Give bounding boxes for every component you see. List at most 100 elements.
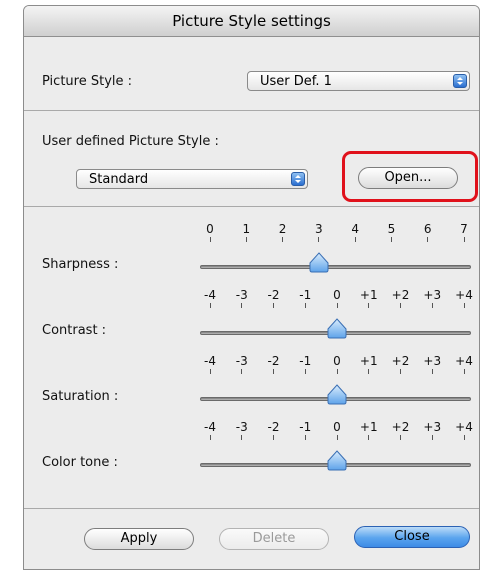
slider-tick-label: +3	[423, 354, 442, 368]
separator	[24, 508, 479, 509]
slider-tick-label: -1	[299, 354, 312, 368]
slider-tick-label: +4	[455, 288, 473, 302]
tick-mark	[463, 237, 465, 242]
slider-tick: 0	[194, 222, 226, 242]
slider-tick-label: +3	[423, 288, 442, 302]
slider-tick: -3	[226, 420, 258, 440]
tick-mark	[431, 369, 433, 374]
slider-tick: -3	[226, 288, 258, 308]
tick-mark	[390, 237, 392, 242]
tick-mark	[368, 303, 370, 308]
tick-mark	[245, 237, 247, 242]
slider-tick: -4	[194, 354, 226, 374]
slider-tick: +4	[448, 288, 479, 308]
picture-style-settings-window: Picture Style settings Picture Style : U…	[23, 5, 480, 570]
slider-tick: -1	[289, 354, 321, 374]
slider-tick: +4	[448, 354, 479, 374]
slider-tick: +1	[353, 354, 385, 374]
slider-tick-label: 2	[278, 222, 287, 236]
slider-tick-label: -3	[235, 288, 248, 302]
slider-tick-label: -3	[235, 354, 248, 368]
slider-tick-label: +2	[391, 288, 410, 302]
tick-mark	[209, 369, 211, 374]
slider-tick-label: -1	[299, 288, 312, 302]
up-down-chevron-icon	[291, 172, 305, 186]
picture-style-label: Picture Style :	[42, 74, 133, 89]
slider-tick-label: 7	[460, 222, 468, 236]
slider-thumb-icon[interactable]	[326, 384, 348, 406]
tick-mark	[273, 303, 274, 308]
tick-mark	[368, 435, 370, 440]
slider-tick-label: 0	[333, 420, 341, 434]
apply-button[interactable]: Apply	[84, 528, 194, 550]
slider-tick-label: -1	[299, 420, 312, 434]
slider-tick-label: 1	[242, 222, 251, 236]
slider-tick: +1	[353, 420, 385, 440]
tick-mark	[336, 435, 338, 440]
slider-tick-label: +2	[391, 354, 410, 368]
slider-tick-label: +1	[359, 354, 378, 368]
slider-tick-label: 0	[333, 354, 341, 368]
slider-thumb-icon[interactable]	[326, 450, 348, 472]
slider-tick-label: 0	[333, 288, 341, 302]
tick-mark	[400, 369, 401, 374]
tick-mark	[336, 369, 338, 374]
slider-label: Sharpness :	[42, 257, 119, 272]
slider-tick: -3	[226, 354, 258, 374]
tick-mark	[400, 303, 401, 308]
picture-style-select-value: User Def. 1	[260, 74, 332, 89]
tick-mark	[209, 435, 211, 440]
slider-track[interactable]	[200, 265, 471, 269]
tick-mark	[336, 303, 338, 308]
delete-button[interactable]: Delete	[219, 528, 329, 550]
slider-tick: -1	[289, 288, 321, 308]
slider-tick-label: 4	[351, 222, 359, 236]
tick-mark	[463, 303, 465, 308]
slider-label: Color tone :	[42, 455, 118, 470]
slider-tick-label: +4	[455, 420, 473, 434]
slider-thumb-icon[interactable]	[326, 318, 348, 340]
picture-style-select[interactable]: User Def. 1	[247, 71, 470, 91]
slider-tick: +1	[353, 288, 385, 308]
tick-mark	[368, 369, 370, 374]
slider-tick-label: 3	[315, 222, 323, 236]
tick-mark	[427, 237, 429, 242]
slider-tick: 0	[321, 288, 353, 308]
slider-tick: +3	[416, 288, 448, 308]
tick-mark	[463, 369, 465, 374]
slider-tick-label: 5	[387, 222, 396, 236]
slider-tick: 3	[303, 222, 335, 242]
slider-tick-label: -2	[267, 420, 280, 434]
slider-tick: +2	[385, 354, 417, 374]
slider-tick: 1	[230, 222, 262, 242]
slider-tick: +4	[448, 420, 479, 440]
slider-tick-label: 0	[206, 222, 214, 236]
user-defined-style-select-value: Standard	[89, 172, 149, 187]
slider-tick: 2	[267, 222, 299, 242]
close-button[interactable]: Close	[354, 526, 470, 548]
slider-tick: -1	[289, 420, 321, 440]
slider-tick: 5	[375, 222, 407, 242]
slider-tick: 6	[412, 222, 444, 242]
slider-tick: 4	[339, 222, 371, 242]
separator	[24, 110, 479, 111]
tick-mark	[209, 303, 211, 308]
separator	[24, 206, 479, 207]
slider-tick: +3	[416, 420, 448, 440]
slider-thumb-icon[interactable]	[308, 252, 330, 274]
slider-tick: 7	[448, 222, 479, 242]
user-defined-style-select[interactable]: Standard	[76, 169, 308, 189]
slider-tick: -2	[258, 288, 290, 308]
open-button[interactable]: Open...	[358, 167, 458, 189]
slider-tick: -2	[258, 420, 290, 440]
tick-mark	[241, 435, 243, 440]
tick-mark	[273, 369, 274, 374]
slider-tick-label: +1	[359, 420, 378, 434]
up-down-chevron-icon	[453, 74, 467, 88]
tick-mark	[431, 303, 433, 308]
slider-tick-label: +4	[455, 354, 473, 368]
slider-tick-label: +2	[391, 420, 410, 434]
tick-mark	[241, 369, 243, 374]
slider-tick-label: +1	[359, 288, 378, 302]
slider-tick: -4	[194, 288, 226, 308]
